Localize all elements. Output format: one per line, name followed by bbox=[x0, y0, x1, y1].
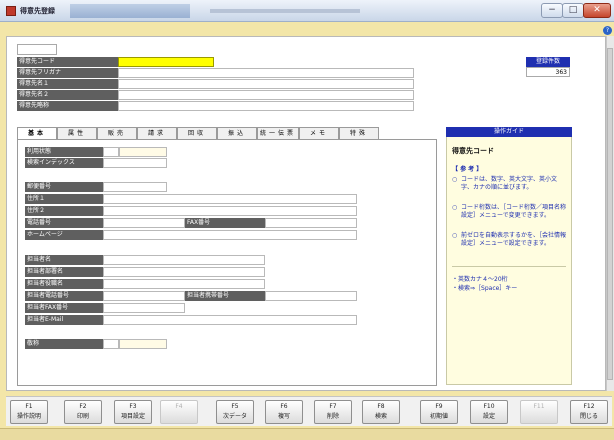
app-icon bbox=[6, 6, 16, 16]
tab-billing[interactable]: 請求 bbox=[137, 127, 177, 139]
customer-name1-label: 得意先名１ bbox=[17, 79, 118, 89]
record-tab[interactable] bbox=[17, 44, 57, 55]
search-index-input[interactable] bbox=[103, 158, 167, 168]
customer-short-label: 得意先略称 bbox=[17, 101, 118, 111]
bullet-icon: ○ bbox=[452, 204, 458, 211]
guide-title: 得意先コード bbox=[452, 147, 494, 155]
operation-guide-header: 操作ガイド bbox=[446, 127, 572, 137]
contact-fax-input[interactable] bbox=[103, 303, 185, 313]
contact-dept-input[interactable] bbox=[103, 267, 265, 277]
f6-copy-button[interactable]: F6 複写 bbox=[265, 400, 303, 424]
f8-search-button[interactable]: F8 検索 bbox=[362, 400, 400, 424]
tab-unified-slip[interactable]: 統一伝票 bbox=[257, 127, 299, 139]
tel-input[interactable] bbox=[103, 218, 185, 228]
address1-label: 住所１ bbox=[25, 194, 103, 204]
guide-item: コード桁数は、［コード桁数／項目名称設定］メニューで変更できます。 bbox=[461, 204, 567, 219]
status-bar bbox=[0, 428, 614, 440]
help-icon[interactable]: ? bbox=[603, 26, 612, 35]
honorific-code[interactable] bbox=[103, 339, 119, 349]
f4-button: F4 bbox=[160, 400, 198, 424]
guide-divider bbox=[452, 266, 566, 267]
zip-label: 郵便番号 bbox=[25, 182, 103, 192]
customer-kana-input[interactable] bbox=[118, 68, 414, 78]
tab-attribute[interactable]: 属性 bbox=[57, 127, 97, 139]
usage-status-label: 利用状態 bbox=[25, 147, 103, 157]
bullet-icon: ○ bbox=[452, 176, 458, 183]
customer-code-label: 得意先コード bbox=[17, 57, 118, 67]
guide-note: ・検索⇒［Space］キー bbox=[452, 285, 518, 292]
contact-title-input[interactable] bbox=[103, 279, 265, 289]
usage-status-input[interactable] bbox=[119, 147, 167, 157]
f10-settings-button[interactable]: F10 設定 bbox=[470, 400, 508, 424]
tab-collection[interactable]: 回収 bbox=[177, 127, 217, 139]
contact-fax-label: 担当者FAX番号 bbox=[25, 303, 103, 313]
customer-name2-input[interactable] bbox=[118, 90, 414, 100]
usage-status-code[interactable] bbox=[103, 147, 119, 157]
registered-count-value: 363 bbox=[526, 67, 570, 77]
f1-help-button[interactable]: F1 操作説明 bbox=[10, 400, 48, 424]
contact-name-input[interactable] bbox=[103, 255, 265, 265]
guide-item: コードは、数字、英大文字、英小文字、カナの順に並びます。 bbox=[461, 176, 558, 191]
f2-print-button[interactable]: F2 印刷 bbox=[64, 400, 102, 424]
customer-name2-label: 得意先名２ bbox=[17, 90, 118, 100]
address1-input[interactable] bbox=[103, 194, 357, 204]
minimize-button[interactable]: − bbox=[541, 3, 563, 18]
guide-note: ・英数カナ４～20桁 bbox=[452, 276, 508, 283]
fax-label: FAX番号 bbox=[185, 218, 265, 228]
f7-delete-button[interactable]: F7 削除 bbox=[314, 400, 352, 424]
zip-input[interactable] bbox=[103, 182, 167, 192]
f12-close-button[interactable]: F12 閉じる bbox=[570, 400, 608, 424]
honorific-input[interactable] bbox=[119, 339, 167, 349]
registered-count-label: 登録件数 bbox=[526, 57, 570, 67]
maximize-button[interactable]: □ bbox=[562, 3, 584, 18]
homepage-label: ホームページ bbox=[25, 230, 103, 240]
contact-tel-input[interactable] bbox=[103, 291, 185, 301]
window-title: 得意先登録 bbox=[20, 7, 55, 15]
search-index-label: 検索インデックス bbox=[25, 158, 103, 168]
customer-kana-label: 得意先フリガナ bbox=[17, 68, 118, 78]
contact-email-input[interactable] bbox=[103, 315, 357, 325]
customer-short-input[interactable] bbox=[118, 101, 414, 111]
guide-item: 前ゼロを自動表示するかを、［会社情報設定］メニューで設定できます。 bbox=[461, 232, 567, 247]
contact-tel-label: 担当者電話番号 bbox=[25, 291, 103, 301]
customer-code-input[interactable] bbox=[118, 57, 214, 67]
title-decoration-bar bbox=[210, 9, 360, 13]
contact-name-label: 担当者名 bbox=[25, 255, 103, 265]
f5-next-data-button[interactable]: F5 次データ bbox=[216, 400, 254, 424]
contact-email-label: 担当者E-Mail bbox=[25, 315, 103, 325]
bullet-icon: ○ bbox=[452, 232, 458, 239]
f11-button: F11 bbox=[520, 400, 558, 424]
fax-input[interactable] bbox=[265, 218, 357, 228]
contact-title-label: 担当者役職名 bbox=[25, 279, 103, 289]
contact-mobile-input[interactable] bbox=[265, 291, 357, 301]
address2-input[interactable] bbox=[103, 206, 357, 216]
tab-sales[interactable]: 販売 bbox=[97, 127, 137, 139]
tel-label: 電話番号 bbox=[25, 218, 103, 228]
close-button[interactable]: ✕ bbox=[583, 3, 611, 18]
customer-name1-input[interactable] bbox=[118, 79, 414, 89]
f9-default-button[interactable]: F9 初期値 bbox=[420, 400, 458, 424]
address2-label: 住所２ bbox=[25, 206, 103, 216]
f3-item-settings-button[interactable]: F3 項目設定 bbox=[114, 400, 152, 424]
honorific-label: 敬称 bbox=[25, 339, 103, 349]
contact-mobile-label: 担当者携帯番号 bbox=[185, 291, 265, 301]
contact-dept-label: 担当者部署名 bbox=[25, 267, 103, 277]
tab-special[interactable]: 特殊 bbox=[339, 127, 379, 139]
tab-memo[interactable]: メモ bbox=[299, 127, 339, 139]
tab-transfer[interactable]: 振込 bbox=[217, 127, 257, 139]
title-decoration bbox=[70, 4, 190, 18]
homepage-input[interactable] bbox=[103, 230, 357, 240]
guide-reference: 【 参 考 】 bbox=[452, 166, 483, 173]
scrollbar-thumb[interactable] bbox=[607, 48, 613, 380]
